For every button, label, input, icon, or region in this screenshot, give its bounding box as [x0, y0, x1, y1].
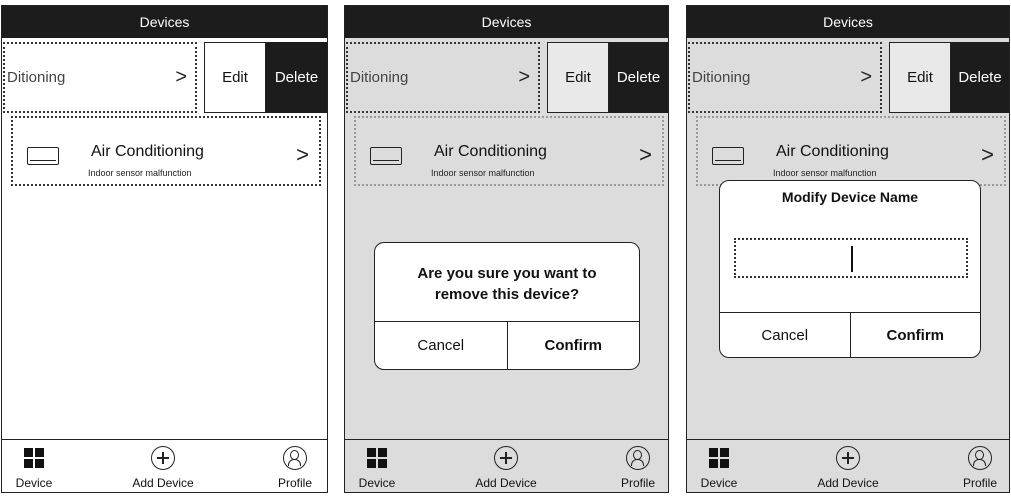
device-row-shifted: Ditioning > [346, 42, 540, 113]
edit-button: Edit [889, 42, 951, 113]
device-row-name: Ditioning [692, 69, 751, 86]
page-title: Devices [139, 14, 190, 30]
tab-add-device[interactable]: Add Device [130, 445, 196, 490]
confirm-button[interactable]: Confirm [849, 313, 981, 357]
device-card: Air Conditioning Indoor sensor malfuncti… [354, 116, 664, 186]
tab-add-device-label: Add Device [817, 476, 879, 490]
device-name: Air Conditioning [434, 143, 547, 160]
grid-icon [367, 448, 387, 468]
plus-circle-icon [836, 446, 860, 470]
chevron-right-icon: > [639, 142, 652, 167]
tab-profile[interactable]: Profile [955, 445, 1005, 490]
confirm-button[interactable]: Confirm [506, 322, 640, 369]
grid-icon [709, 448, 729, 468]
device-row-name: Ditioning [7, 69, 66, 86]
tab-add-device[interactable]: Add Device [473, 445, 539, 490]
cancel-button[interactable]: Cancel [720, 313, 850, 357]
tab-profile-label: Profile [962, 476, 997, 490]
remove-device-dialog: Are you sure you want to remove this dev… [374, 242, 640, 370]
device-status: Indoor sensor malfunction [431, 168, 535, 178]
title-bar: Devices [687, 6, 1009, 38]
tab-add-device-label: Add Device [132, 476, 194, 490]
tab-profile-label: Profile [277, 476, 312, 490]
plus-circle-icon [151, 446, 175, 470]
tab-add-device-label: Add Device [475, 476, 537, 490]
tab-device[interactable]: Device [696, 445, 742, 490]
tab-device[interactable]: Device [354, 445, 400, 490]
edit-button[interactable]: Edit [204, 42, 266, 113]
tab-device-label: Device [15, 476, 53, 490]
title-bar: Devices [2, 6, 327, 38]
tab-profile-label: Profile [620, 476, 655, 490]
dialog-title: Modify Device Name [781, 189, 919, 205]
air-conditioner-icon [712, 147, 744, 165]
profile-icon [283, 446, 307, 470]
device-row-shifted[interactable]: Ditioning > [3, 42, 197, 113]
tab-device-label: Device [358, 476, 396, 490]
tab-profile[interactable]: Profile [613, 445, 663, 490]
delete-button: Delete [951, 42, 1009, 113]
air-conditioner-icon [370, 147, 402, 165]
chevron-right-icon: > [981, 142, 994, 167]
tab-add-device[interactable]: Add Device [815, 445, 881, 490]
device-row-shifted: Ditioning > [688, 42, 882, 113]
device-card: Air Conditioning Indoor sensor malfuncti… [696, 116, 1006, 186]
title-bar: Devices [345, 6, 668, 38]
edit-button: Edit [547, 42, 609, 113]
dialog-actions: Cancel Confirm [375, 321, 639, 369]
device-status: Indoor sensor malfunction [88, 168, 192, 178]
modify-device-name-dialog: Modify Device Name Cancel Confirm [719, 180, 981, 358]
grid-icon [24, 448, 44, 468]
device-name: Air Conditioning [776, 143, 889, 160]
tab-device[interactable]: Device [11, 445, 57, 490]
cancel-button[interactable]: Cancel [375, 322, 507, 369]
phone-screen-remove-confirm: Devices Ditioning > Edit Delete Air Cond… [344, 5, 669, 493]
bottom-tab-bar: Device Add Device Profile [687, 439, 1009, 492]
swiped-device-row[interactable]: Ditioning > Edit Delete [2, 42, 327, 113]
bottom-tab-bar: Device Add Device Profile [2, 439, 327, 492]
chevron-right-icon: > [860, 66, 872, 88]
swiped-device-row: Ditioning > Edit Delete [345, 42, 668, 113]
tab-device-label: Device [700, 476, 738, 490]
device-row-name: Ditioning [350, 69, 409, 86]
plus-circle-icon [494, 446, 518, 470]
chevron-right-icon: > [518, 66, 530, 88]
remove-device-message: Are you sure you want to remove this dev… [417, 265, 597, 303]
profile-icon [626, 446, 650, 470]
page-title: Devices [481, 14, 532, 30]
tab-profile[interactable]: Profile [270, 445, 320, 490]
device-name-input[interactable] [734, 238, 968, 278]
bottom-tab-bar: Device Add Device Profile [345, 439, 668, 492]
profile-icon [968, 446, 992, 470]
delete-button: Delete [609, 42, 668, 113]
device-name: Air Conditioning [91, 143, 204, 160]
chevron-right-icon: > [296, 142, 309, 167]
device-card[interactable]: Air Conditioning Indoor sensor malfuncti… [11, 116, 321, 186]
chevron-right-icon: > [175, 66, 187, 88]
delete-button[interactable]: Delete [266, 42, 327, 113]
dialog-actions: Cancel Confirm [720, 312, 980, 357]
air-conditioner-icon [27, 147, 59, 165]
page-title: Devices [823, 14, 873, 30]
text-caret [851, 246, 853, 272]
device-status: Indoor sensor malfunction [773, 168, 877, 178]
swiped-device-row: Ditioning > Edit Delete [687, 42, 1009, 113]
phone-screen-swipe: Devices Ditioning > Edit Delete Air Cond… [1, 5, 328, 493]
phone-screen-rename: Devices Ditioning > Edit Delete Air Cond… [686, 5, 1010, 493]
